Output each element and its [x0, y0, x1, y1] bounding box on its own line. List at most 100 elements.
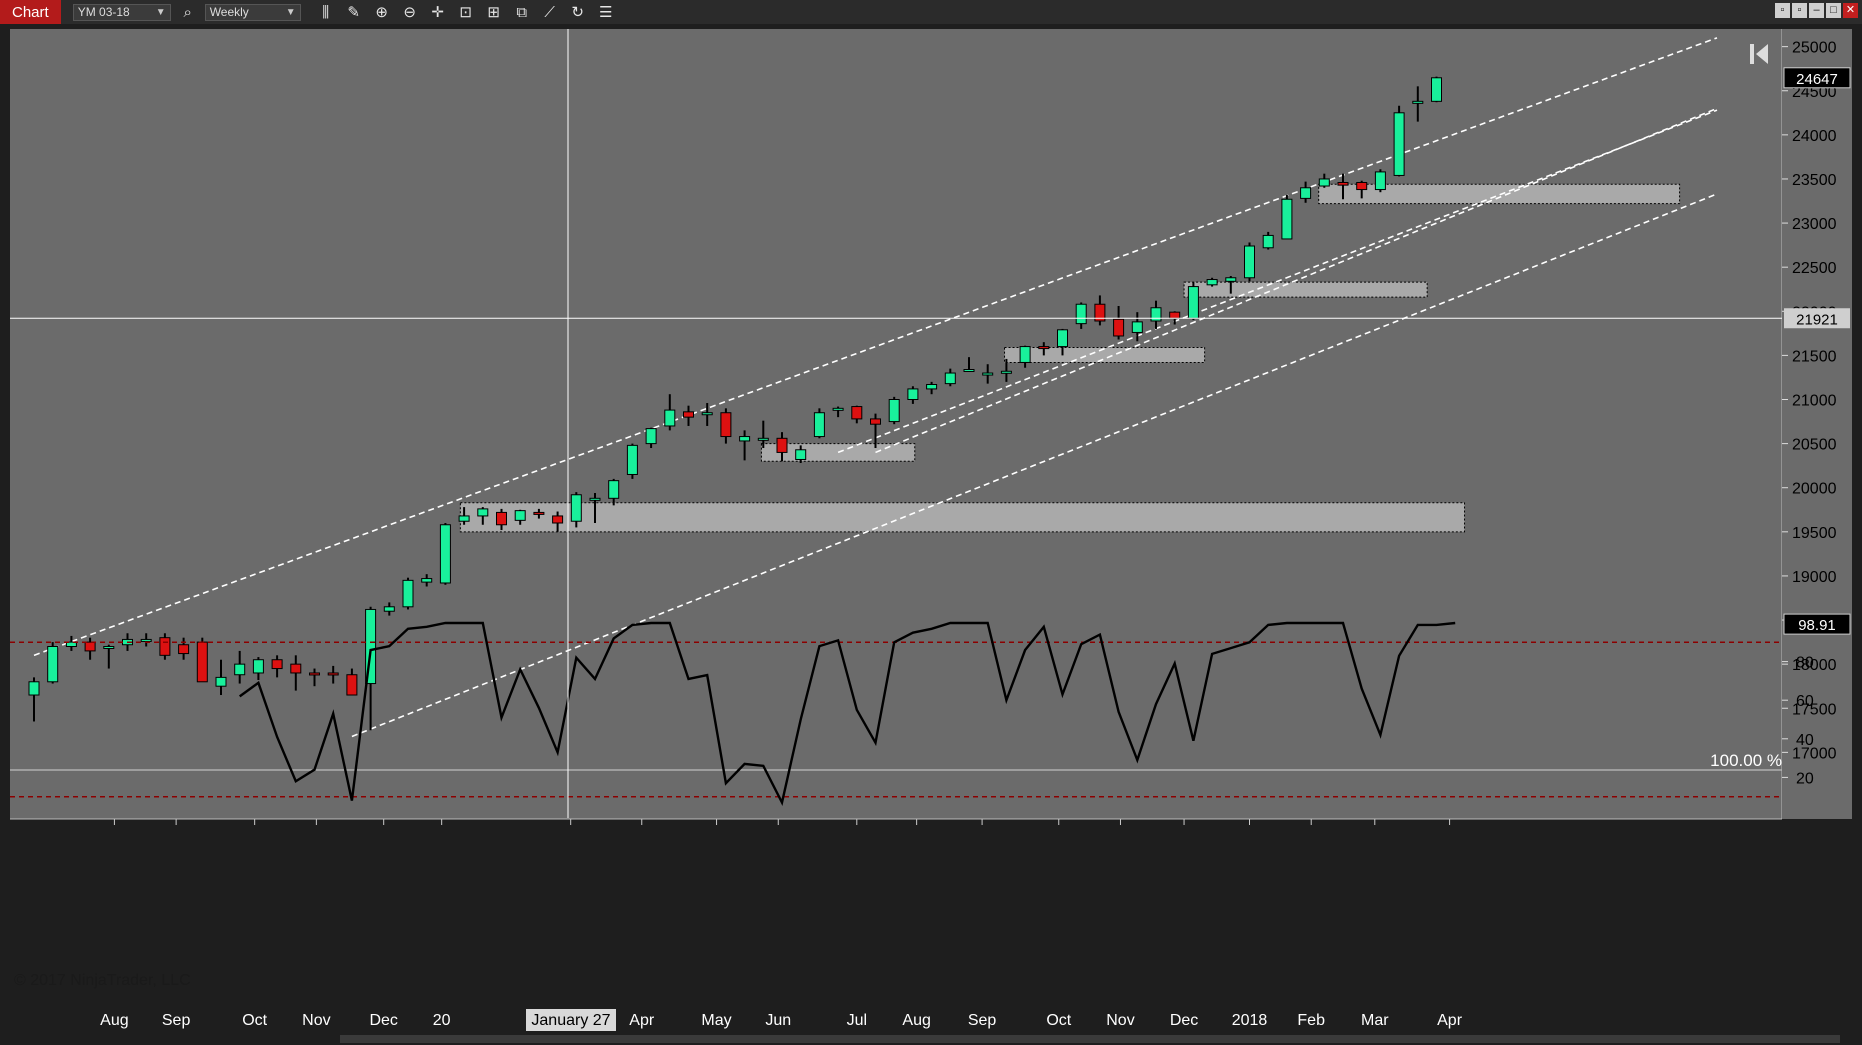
period-value: Weekly — [209, 5, 249, 19]
oscillator-tick-label: 60 — [1796, 693, 1814, 710]
search-icon[interactable]: ⌕ — [177, 1, 199, 23]
time-tick-label: 20 — [433, 1012, 451, 1029]
candle-body — [290, 663, 302, 674]
candle — [196, 637, 208, 683]
zoom-in-icon[interactable]: ⊕ — [371, 1, 393, 23]
period-selector[interactable]: Weekly ▼ — [204, 3, 301, 21]
drawing-tools-icon[interactable]: ⟋ — [539, 1, 561, 23]
copyright-text: © 2017 NinjaTrader, LLC — [14, 972, 191, 989]
support-zone — [1318, 183, 1681, 205]
candle-body — [1431, 77, 1442, 102]
pencil-draw-icon[interactable]: ✎ — [343, 1, 365, 23]
chart-toolbar: Chart YM 03-18 ▼ ⌕ Weekly ▼ ⫼ ✎ ⊕ ⊖ ✛ ⊡ ⊞ … — [0, 0, 1862, 25]
candle-body — [963, 369, 975, 373]
candle-body — [477, 508, 489, 517]
candle-body — [1206, 279, 1218, 286]
indicators-icon[interactable]: ⊞ — [483, 1, 505, 23]
candle-body — [1244, 245, 1255, 279]
candle-body — [926, 384, 938, 390]
price-tick-label: 22500 — [1792, 260, 1837, 277]
zoom-out-icon[interactable]: ⊖ — [399, 1, 421, 23]
candle-body — [776, 437, 788, 453]
candle-body — [271, 659, 283, 670]
bars-type-icon[interactable]: ⫼ — [315, 1, 337, 23]
candle-body — [1169, 311, 1181, 319]
candle-body — [851, 406, 863, 420]
candle-body — [346, 674, 358, 696]
instrument-value: YM 03-18 — [77, 5, 130, 19]
candle-body — [496, 511, 507, 526]
crosshair-date-label: January 27 — [531, 1012, 610, 1029]
time-tick-label: Sep — [968, 1012, 997, 1029]
candle-body — [1187, 286, 1199, 319]
candle-body — [1300, 187, 1312, 199]
price-tick-label: 23000 — [1792, 216, 1837, 233]
time-tick-label: Mar — [1361, 1012, 1389, 1029]
candle-body — [608, 480, 620, 499]
candle — [888, 396, 900, 425]
tile-icon[interactable]: ▫ — [1792, 3, 1807, 18]
candle-body — [327, 672, 339, 676]
close-icon[interactable]: ✕ — [1843, 3, 1858, 18]
data-box-icon[interactable]: ⊡ — [455, 1, 477, 23]
time-tick-label: Aug — [902, 1012, 930, 1029]
candle-body — [570, 494, 582, 522]
candle-body — [1393, 112, 1405, 176]
horizontal-scrollbar[interactable] — [0, 1033, 1862, 1045]
candle-body — [1038, 346, 1050, 350]
candle-body — [196, 641, 208, 683]
candle-body — [664, 409, 676, 427]
candle — [1281, 194, 1293, 240]
candle-body — [458, 515, 470, 522]
support-zone — [1004, 346, 1206, 363]
candle-body — [402, 579, 414, 608]
candle — [402, 577, 414, 610]
oscillator-tick-label: 80 — [1796, 655, 1814, 672]
strategies-icon[interactable]: ⧉ — [511, 1, 533, 23]
candle-body — [720, 412, 732, 438]
candle-body — [982, 372, 994, 376]
candle-body — [757, 437, 769, 441]
candle — [1187, 282, 1199, 321]
time-tick-label: May — [701, 1012, 731, 1029]
candle — [1393, 105, 1405, 177]
plot-area — [10, 29, 1782, 819]
time-tick-label: Apr — [629, 1012, 655, 1029]
candle-body — [907, 388, 919, 400]
maximize-icon[interactable]: □ — [1826, 3, 1841, 18]
support-zone — [459, 502, 1466, 533]
candle-body — [739, 436, 751, 442]
candle-body — [795, 449, 807, 460]
candle-body — [645, 428, 657, 445]
candle-body — [1225, 277, 1237, 282]
candle-body — [1262, 234, 1274, 249]
candle-body — [1075, 303, 1087, 325]
time-tick-label: Oct — [1046, 1012, 1071, 1029]
chart-canvas[interactable]: 1700017500180001850019000195002000020500… — [0, 24, 1862, 1033]
oscillator-last-value: 98.91 — [1798, 617, 1836, 634]
candle-body — [140, 638, 152, 642]
candle-body — [234, 663, 246, 676]
time-tick-label: Jun — [765, 1012, 791, 1029]
time-tick-label: Apr — [1437, 1012, 1463, 1029]
candle-body — [813, 412, 825, 438]
candle — [626, 443, 638, 479]
candle-body — [701, 412, 713, 416]
time-tick-label: Nov — [302, 1012, 330, 1029]
reload-icon[interactable]: ↻ — [567, 1, 589, 23]
time-tick-label: Dec — [369, 1012, 397, 1029]
minimize-icon[interactable]: – — [1809, 3, 1824, 18]
oscillator-last-badge: 98.91 — [1783, 613, 1851, 635]
oscillator-upper-label: 100.00 % — [1710, 751, 1782, 770]
instrument-selector[interactable]: YM 03-18 ▼ — [72, 3, 171, 21]
price-tick-label: 24000 — [1792, 128, 1837, 145]
crosshair-icon[interactable]: ✛ — [427, 1, 449, 23]
chart-tab[interactable]: Chart — [0, 0, 61, 24]
properties-icon[interactable]: ☰ — [595, 1, 617, 23]
restore-icon[interactable]: ▫ — [1775, 3, 1790, 18]
candle-body — [159, 637, 171, 656]
candle-body — [1281, 198, 1293, 240]
scrollbar-thumb[interactable] — [340, 1035, 1840, 1043]
candle-body — [309, 672, 320, 676]
window-controls: ▫ ▫ – □ ✕ — [1775, 3, 1858, 18]
